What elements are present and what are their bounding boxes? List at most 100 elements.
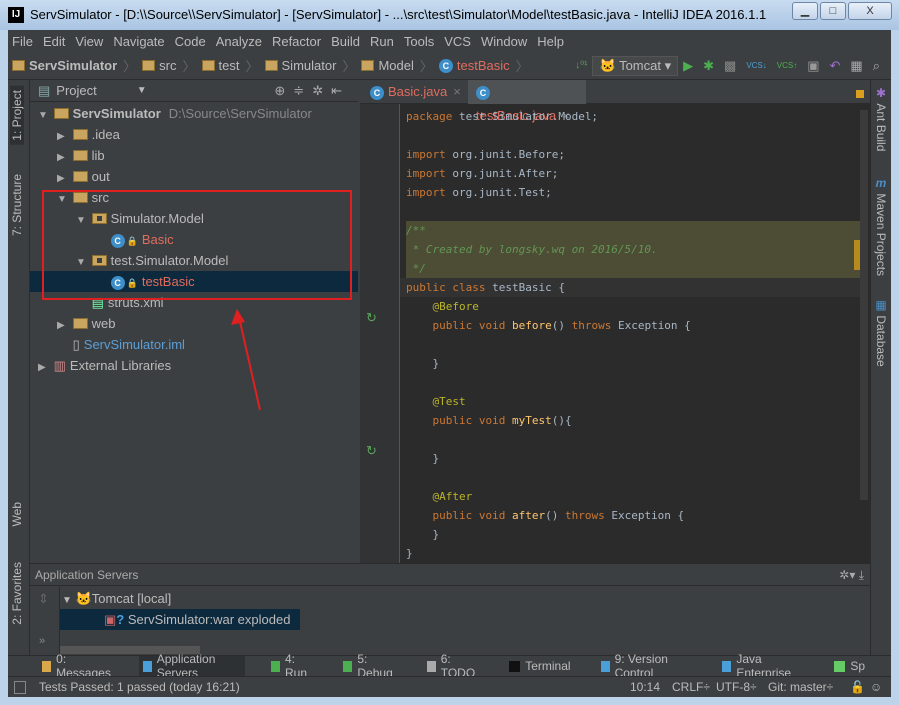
breadcrumb-item[interactable]: Simulator 〉 — [264, 56, 355, 75]
project-view-select[interactable]: Project — [56, 83, 96, 98]
editor-scrollbar[interactable] — [860, 110, 868, 500]
tree-item[interactable]: ▶ lib — [30, 145, 358, 166]
expand-arrow-icon[interactable]: ▼ — [62, 595, 72, 606]
tool-window-debug[interactable]: 5: Debug — [339, 652, 400, 680]
menu-vcs[interactable]: VCS — [444, 34, 471, 49]
menu-navigate[interactable]: Navigate — [113, 34, 164, 49]
tool-window-spring[interactable]: Sp — [830, 656, 869, 677]
vcs-compare-icon[interactable]: ▣ — [807, 58, 819, 74]
expand-arrow-icon[interactable]: ▼ — [38, 105, 50, 126]
project-tool-tab[interactable]: 1: Project — [10, 86, 24, 145]
search-icon[interactable]: ⌕ — [873, 58, 880, 74]
chevron-down-icon[interactable]: ▼ — [137, 85, 147, 96]
menu-edit[interactable]: Edit — [43, 34, 65, 49]
tree-item[interactable]: ▶ out — [30, 166, 358, 187]
tree-item[interactable]: ▶ .idea — [30, 124, 358, 145]
close-icon[interactable]: × — [453, 84, 461, 99]
revert-icon[interactable]: ↶ — [830, 58, 841, 74]
caret-position[interactable]: 10:14 — [630, 677, 660, 698]
toggle-tool-windows-icon[interactable] — [14, 681, 26, 694]
git-branch[interactable]: Git: master÷ — [768, 677, 833, 698]
expand-arrow-icon[interactable]: ▶ — [57, 147, 69, 168]
breadcrumb-item[interactable]: Model 〉 — [361, 56, 433, 75]
database-tool-tab[interactable]: ▦ Database — [874, 298, 888, 367]
maven-tool-tab[interactable]: m Maven Projects — [874, 176, 888, 276]
coverage-icon[interactable]: ▩ — [724, 58, 736, 74]
tool-window-messages[interactable]: 0: Messages — [38, 652, 117, 680]
code-area[interactable]: package test.Simulator.Model; import org.… — [400, 107, 860, 563]
run-config-select[interactable]: 🐱 Tomcat ▾ — [592, 55, 679, 76]
artifact-node[interactable]: ▣? ServSimulator:war exploded — [60, 609, 300, 630]
vcs-update-icon[interactable]: VCS↓ — [746, 61, 766, 70]
expand-arrow-icon[interactable]: ▶ — [57, 315, 69, 336]
menu-window[interactable]: Window — [481, 34, 527, 49]
menu-help[interactable]: Help — [537, 34, 564, 49]
debug-icon[interactable]: ✱ — [703, 58, 714, 74]
tab-basic-java[interactable]: C Basic.java × — [362, 80, 464, 104]
tree-item[interactable]: ▶ web — [30, 313, 358, 334]
breadcrumb-item[interactable]: CtestBasic 〉 — [438, 56, 529, 75]
close-button[interactable]: X — [848, 2, 892, 20]
breadcrumb-item[interactable]: ServSimulator 〉 — [12, 56, 136, 75]
tool-window-todo[interactable]: 6: TODO — [423, 652, 483, 680]
hide-icon[interactable]: ⤓ — [859, 568, 864, 582]
more-button[interactable]: » — [39, 635, 45, 647]
breadcrumb-item[interactable]: src 〉 — [142, 56, 196, 75]
expand-arrow-icon[interactable]: ▶ — [57, 168, 69, 189]
menu-build[interactable]: Build — [331, 34, 360, 49]
status-message[interactable]: Tests Passed: 1 passed (today 16:21) — [39, 677, 240, 698]
tree-item[interactable]: ▼ ServSimulator D:\Source\ServSimulator — [30, 103, 358, 124]
menu-analyze[interactable]: Analyze — [216, 34, 262, 49]
tool-window-terminal[interactable]: Terminal — [505, 656, 574, 677]
structure-tool-tab[interactable]: 7: Structure — [10, 174, 24, 236]
editor: C Basic.java × CtestBasic.java × ↻ ↻ package… — [360, 80, 870, 563]
folder-icon — [72, 150, 88, 161]
hide-icon[interactable]: ⇤ — [331, 83, 350, 98]
collapse-icon[interactable]: ≑ — [293, 83, 312, 98]
file-encoding[interactable]: UTF-8÷ — [716, 677, 757, 698]
menu-tools[interactable]: Tools — [404, 34, 434, 49]
menu-run[interactable]: Run — [370, 34, 394, 49]
tree-item[interactable]: ▯ ServSimulator.iml — [30, 334, 358, 355]
minimize-button[interactable]: ▁ — [792, 2, 818, 20]
lock-icon[interactable]: 🔓 — [850, 677, 865, 698]
code-line: * Created by longsky.wq on 2016/5/10. — [406, 240, 860, 259]
line-separator[interactable]: CRLF÷ — [672, 677, 710, 698]
sort-icon[interactable]: ↓⁰¹ — [575, 60, 587, 71]
tool-window-java-ee[interactable]: Java Enterprise — [718, 652, 808, 680]
tool-window-vcs[interactable]: 9: Version Control — [597, 652, 697, 680]
menu-code[interactable]: Code — [175, 34, 206, 49]
code-token: public void — [406, 509, 512, 522]
ant-build-tool-tab[interactable]: ✱ Ant Build — [874, 86, 888, 151]
inspection-status-icon[interactable] — [856, 90, 864, 98]
locate-icon[interactable]: ⊕ — [274, 83, 293, 98]
debug-icon — [343, 660, 353, 672]
move-icon[interactable]: ⇕ — [38, 591, 49, 607]
web-tool-tab[interactable]: Web — [10, 502, 24, 526]
expand-arrow-icon[interactable]: ▶ — [57, 126, 69, 147]
run-test-icon[interactable]: ↻ — [366, 310, 377, 326]
server-node[interactable]: ▼ 🐱Tomcat [local] — [62, 589, 171, 611]
menu-refactor[interactable]: Refactor — [272, 34, 321, 49]
vcs-commit-icon[interactable]: VCS↑ — [777, 61, 797, 70]
tree-item[interactable]: ▶ ▥ External Libraries — [30, 355, 358, 376]
breadcrumb-item[interactable]: test 〉 — [201, 56, 259, 75]
code-token: () — [545, 509, 565, 522]
menu-file[interactable]: File — [12, 34, 33, 49]
tab-testbasic-java[interactable]: CtestBasic.java × — [468, 80, 586, 123]
gear-icon[interactable]: ✲▾ — [839, 568, 855, 582]
run-test-icon[interactable]: ↻ — [366, 443, 377, 459]
run-icon[interactable]: ▶ — [683, 58, 693, 74]
inspector-icon[interactable]: ☺ — [870, 677, 882, 698]
favorites-tool-tab[interactable]: 2: Favorites — [10, 562, 24, 625]
chevron-right-icon: 〉 — [245, 59, 259, 74]
expand-arrow-icon[interactable]: ▶ — [38, 357, 50, 378]
maximize-button[interactable]: □ — [820, 2, 846, 20]
tool-window-run[interactable]: 4: Run — [267, 652, 317, 680]
tool-window-app-servers[interactable]: Application Servers — [138, 652, 246, 680]
panel-actions: ⊕≑✲⇤ — [274, 83, 350, 99]
menu-view[interactable]: View — [75, 34, 103, 49]
gear-icon[interactable]: ✲ — [312, 83, 331, 98]
project-structure-icon[interactable]: ▦ — [850, 58, 862, 74]
